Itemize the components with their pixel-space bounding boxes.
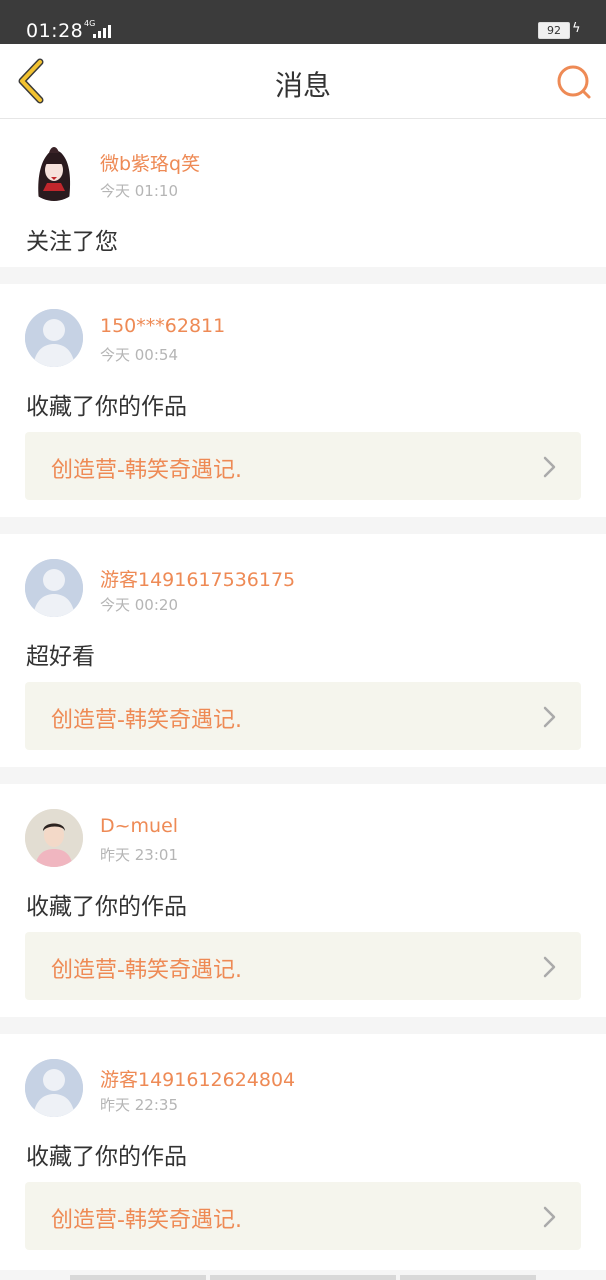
charging-icon: ϟ [572, 21, 581, 36]
user-avatar[interactable] [25, 559, 83, 617]
signal-icon [93, 25, 111, 38]
timestamp: 今天 00:20 [100, 596, 178, 614]
work-title: 创造营-韩笑奇遇记. [51, 958, 242, 983]
message-item[interactable]: 游客1491617536175 今天 00:20 超好看 创造营-韩笑奇遇记. [0, 534, 606, 767]
tab-indicator[interactable] [400, 1275, 536, 1280]
message-text: 收藏了你的作品 [26, 394, 187, 420]
message-text: 收藏了你的作品 [26, 894, 187, 920]
user-avatar[interactable] [25, 1059, 83, 1117]
work-link[interactable]: 创造营-韩笑奇遇记. [25, 1182, 581, 1250]
username[interactable]: 游客1491617536175 [100, 565, 295, 592]
default-avatar-icon [25, 1059, 83, 1117]
photo-avatar-icon [25, 809, 83, 867]
message-item[interactable]: 微b紫珞q笑 今天 01:10 关注了您 [0, 119, 606, 267]
work-title: 创造营-韩笑奇遇记. [51, 458, 242, 483]
message-text: 收藏了你的作品 [26, 1144, 187, 1170]
page-title: 消息 [274, 69, 331, 102]
message-item[interactable]: D~muel 昨天 23:01 收藏了你的作品 创造营-韩笑奇遇记. [0, 784, 606, 1017]
user-avatar[interactable] [25, 143, 83, 201]
username[interactable]: 游客1491612624804 [100, 1065, 295, 1092]
message-text: 关注了您 [26, 229, 118, 255]
message-item[interactable]: 150***62811 今天 00:54 收藏了你的作品 创造营-韩笑奇遇记. [0, 284, 606, 517]
timestamp: 昨天 23:01 [100, 846, 178, 864]
work-link[interactable]: 创造营-韩笑奇遇记. [25, 682, 581, 750]
timestamp: 今天 00:54 [100, 346, 178, 364]
chevron-right-icon [543, 456, 556, 478]
message-item[interactable]: 游客1491612624804 昨天 22:35 收藏了你的作品 创造营-韩笑奇… [0, 1034, 606, 1270]
tab-indicator[interactable] [210, 1275, 396, 1280]
tab-indicator[interactable] [70, 1275, 206, 1280]
timestamp: 昨天 22:35 [100, 1096, 178, 1114]
user-avatar[interactable] [25, 809, 83, 867]
work-link[interactable]: 创造营-韩笑奇遇记. [25, 932, 581, 1000]
anime-girl-avatar-icon [25, 143, 83, 201]
work-title: 创造营-韩笑奇遇记. [51, 1208, 242, 1233]
user-avatar[interactable] [25, 309, 83, 367]
chevron-right-icon [543, 956, 556, 978]
battery-level: 92 [547, 24, 561, 37]
work-title: 创造营-韩笑奇遇记. [51, 708, 242, 733]
chevron-right-icon [543, 1206, 556, 1228]
status-bar: 01:28 4G 92 ϟ [0, 0, 606, 44]
chevron-right-icon [543, 706, 556, 728]
status-time: 01:28 [26, 20, 84, 42]
search-button[interactable] [554, 62, 594, 102]
header-bar: 消息 [0, 44, 606, 119]
default-avatar-icon [25, 309, 83, 367]
bottom-tab-bar [0, 1270, 606, 1280]
username[interactable]: D~muel [100, 815, 178, 837]
message-text: 超好看 [26, 644, 95, 670]
username[interactable]: 微b紫珞q笑 [100, 149, 200, 176]
battery-icon: 92 [538, 22, 570, 39]
search-icon [557, 65, 591, 99]
timestamp: 今天 01:10 [100, 182, 178, 200]
default-avatar-icon [25, 559, 83, 617]
work-link[interactable]: 创造营-韩笑奇遇记. [25, 432, 581, 500]
username[interactable]: 150***62811 [100, 315, 225, 337]
